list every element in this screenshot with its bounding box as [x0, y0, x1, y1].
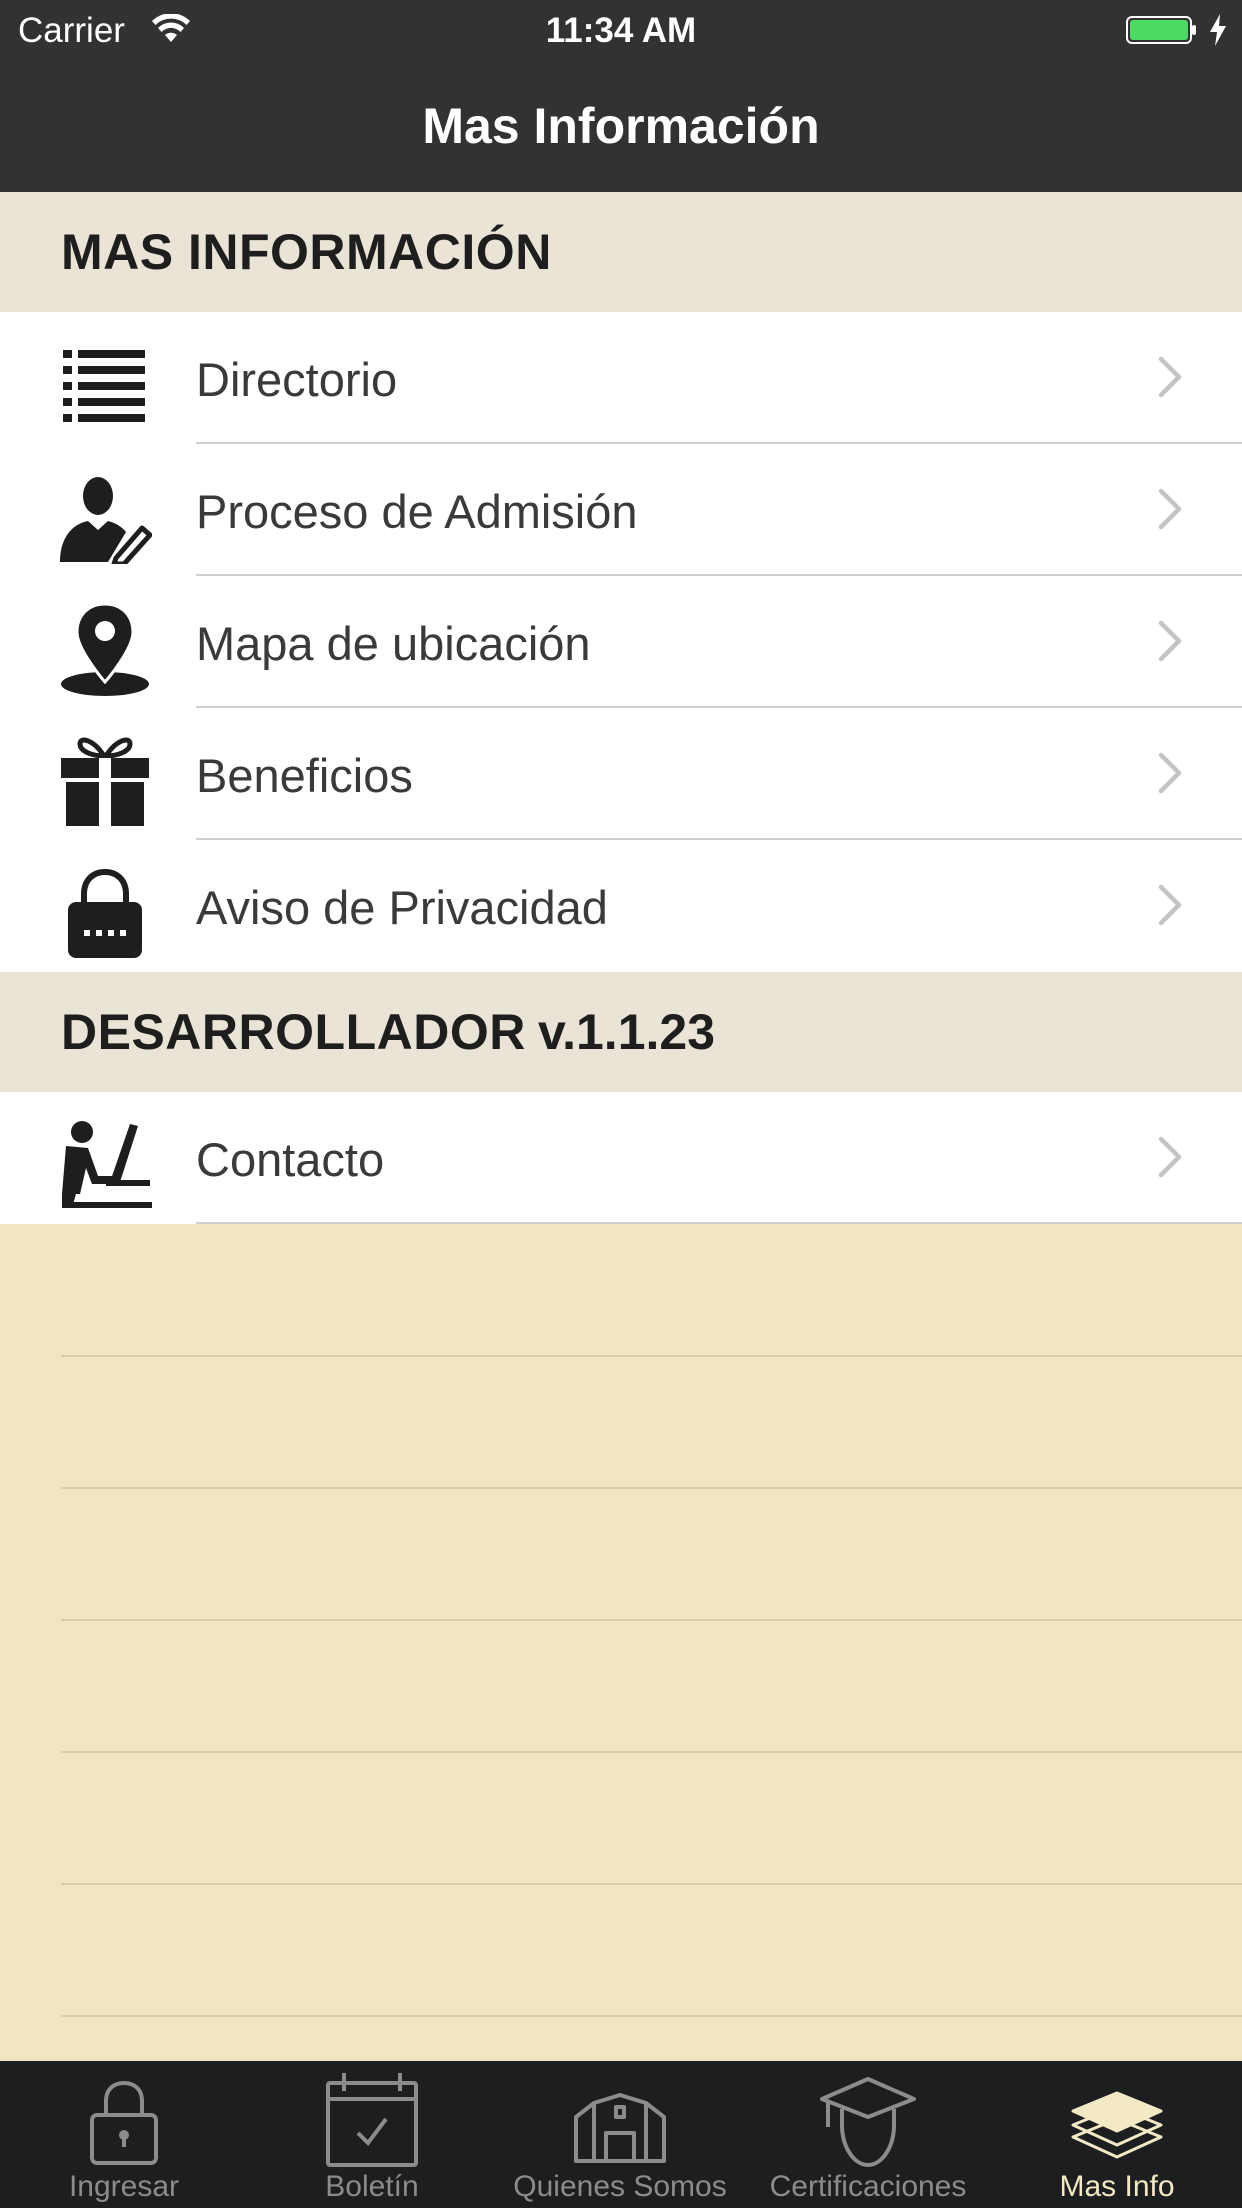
gift-icon [61, 737, 149, 826]
lock-password-icon [68, 868, 142, 958]
row-separator [196, 1222, 1242, 1224]
row-label: Proceso de Admisión [196, 485, 638, 538]
tab-label: Certificaciones [769, 2170, 967, 2203]
tab-mas-info[interactable]: Mas Info [992, 2061, 1242, 2208]
empty-row-separator [61, 2015, 1242, 2017]
empty-row-separator [61, 1751, 1242, 1753]
person-computer-icon [62, 1121, 152, 1208]
tab-label: Quienes Somos [513, 2170, 727, 2203]
chevron-right-icon [1158, 752, 1182, 794]
chevron-right-icon [1158, 620, 1182, 662]
row-directorio[interactable]: Directorio [0, 312, 1242, 444]
version-label: v.1.1.23 [538, 1004, 716, 1060]
section-header-label: MAS INFORMACIÓN [61, 224, 552, 280]
page-title: Mas Información [422, 98, 820, 154]
empty-row-separator [61, 1487, 1242, 1489]
row-mapa-de-ubicacion[interactable]: Mapa de ubicación [0, 576, 1242, 708]
row-label: Aviso de Privacidad [196, 881, 608, 934]
person-edit-icon [60, 477, 152, 564]
charging-icon [1210, 14, 1226, 46]
empty-row-separator [61, 1355, 1242, 1357]
battery-icon [1126, 16, 1196, 44]
tab-label: Ingresar [68, 2170, 180, 2203]
chevron-right-icon [1158, 884, 1182, 926]
chevron-right-icon [1158, 356, 1182, 398]
empty-row-separator [61, 1619, 1242, 1621]
chevron-right-icon [1158, 1136, 1182, 1178]
graduate-icon [820, 2077, 916, 2167]
list-icon [63, 350, 145, 422]
navigation-bar: Mas Información [0, 60, 1242, 192]
map-pin-icon [61, 602, 149, 696]
status-bar: Carrier 11:34 AM [0, 0, 1242, 60]
section-header-desarrollador: DESARROLLADOR v.1.1.23 [0, 972, 1242, 1092]
row-label: Beneficios [196, 749, 413, 802]
status-time: 11:34 AM [545, 11, 697, 50]
tab-ingresar[interactable]: Ingresar [0, 2061, 248, 2208]
row-aviso-de-privacidad[interactable]: Aviso de Privacidad [0, 840, 1242, 972]
layers-icon [1071, 2091, 1163, 2159]
row-label: Directorio [196, 353, 398, 406]
section-header-mas-informacion: MAS INFORMACIÓN [0, 192, 1242, 312]
section-header-label: DESARROLLADOR [61, 1004, 526, 1060]
row-contacto[interactable]: Contacto [0, 1092, 1242, 1224]
building-icon [574, 2093, 666, 2163]
row-label: Mapa de ubicación [196, 617, 591, 670]
screen: Carrier 11:34 AM Mas Información MAS INF… [0, 0, 1242, 2208]
tab-certificaciones[interactable]: Certificaciones [744, 2061, 992, 2208]
chevron-right-icon [1158, 488, 1182, 530]
tab-boletin[interactable]: Boletín [248, 2061, 496, 2208]
row-proceso-de-admision[interactable]: Proceso de Admisión [0, 444, 1242, 576]
row-beneficios[interactable]: Beneficios [0, 708, 1242, 840]
tab-label: Boletín [325, 2170, 419, 2203]
empty-row-separator [61, 1883, 1242, 1885]
tab-label: Mas Info [1059, 2170, 1175, 2203]
row-label: Contacto [196, 1133, 385, 1186]
tab-quienes-somos[interactable]: Quienes Somos [496, 2061, 744, 2208]
calendar-check-icon [326, 2073, 418, 2167]
lock-icon [90, 2080, 158, 2165]
tab-bar: Ingresar Boletín Quienes Somos Certifica… [0, 2061, 1242, 2208]
